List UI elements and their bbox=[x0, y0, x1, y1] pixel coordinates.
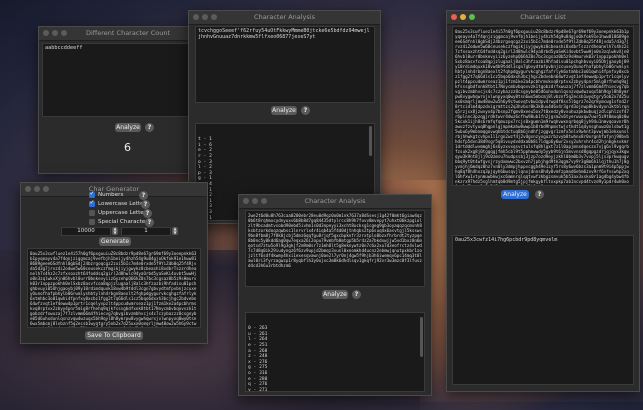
titlebar[interactable]: Character Analysis bbox=[239, 195, 431, 209]
help-icon[interactable]: ? bbox=[143, 209, 152, 218]
analyze-button[interactable]: Analyze bbox=[501, 190, 529, 199]
help-icon[interactable]: ? bbox=[145, 218, 154, 227]
char-generator-window: Char Generator Numbers ? Lowercase Lette… bbox=[20, 182, 208, 344]
count-rows: 0 - 263 u - 261 l - 264 e - 251 a - 268 z - 2… bbox=[248, 326, 422, 392]
char-list-window: Character List 0au25x3cwfluez1e4i57h0gf6… bbox=[446, 10, 640, 392]
titlebar[interactable]: Character List bbox=[447, 11, 639, 25]
count-field[interactable]: 1 bbox=[121, 227, 171, 236]
window-title: Character Analysis bbox=[254, 13, 315, 21]
text-input[interactable]: 2we2t6d0u8h763caa0200ebr28eu0d9qz0o0m1nk… bbox=[245, 210, 425, 287]
checkbox-label: Special Characters bbox=[98, 219, 151, 225]
help-icon[interactable]: ? bbox=[535, 190, 544, 199]
window-title: Character List bbox=[520, 13, 566, 21]
special-checkbox[interactable]: Special Characters bbox=[89, 219, 150, 225]
checkbox-label: Numbers bbox=[98, 192, 124, 198]
checkbox-box[interactable] bbox=[89, 210, 95, 216]
result-output[interactable]: 0au25x3cwfz14i7hg6pcbdr9pd8yqmvelm bbox=[452, 235, 634, 385]
numbers-checkbox[interactable]: Numbers bbox=[89, 190, 124, 198]
character-list-input[interactable]: 0au25x3cwfluez1e4i57h0gf6pxguuiuZ8c8bdzr… bbox=[452, 26, 634, 186]
char-analysis-window-top: Character Analysis tcvchggoSeeef'f62rfuy… bbox=[188, 10, 381, 224]
length-stepper[interactable]: ▲ ▼ bbox=[112, 227, 118, 235]
text-input[interactable]: tcvchggoSeeef'f62rfuy54uOtFkkwyMmmeB0jtc… bbox=[195, 26, 375, 103]
analyze-button[interactable]: Analyze bbox=[322, 290, 348, 299]
length-field[interactable]: 10000 bbox=[61, 227, 111, 236]
save-to-clipboard-button[interactable]: Save To Clipboard bbox=[85, 331, 143, 340]
checkbox-box[interactable] bbox=[89, 199, 95, 207]
count-row: y - 271 bbox=[248, 387, 268, 392]
help-icon[interactable]: ? bbox=[145, 123, 154, 132]
analyze-button[interactable]: Analyze bbox=[271, 106, 297, 115]
char-analysis-window-bottom: Character Analysis 2we2t6d0u8h763caa0200… bbox=[238, 194, 432, 396]
generate-button[interactable]: Generate bbox=[99, 237, 131, 246]
titlebar[interactable]: Character Analysis bbox=[189, 11, 380, 25]
count-stepper[interactable]: ▲ ▼ bbox=[172, 227, 178, 235]
character-count-list[interactable]: 0 - 263 u - 261 l - 264 e - 251 a - 268 z - 2… bbox=[245, 312, 425, 392]
lowercase-checkbox[interactable]: Lowercase Letters bbox=[89, 199, 149, 207]
window-title: Character Analysis bbox=[304, 197, 366, 205]
help-icon[interactable]: ? bbox=[141, 200, 150, 209]
help-icon[interactable]: ? bbox=[352, 290, 361, 299]
scrollbar[interactable] bbox=[369, 126, 372, 156]
uppercase-checkbox[interactable]: Uppercase Letters bbox=[89, 210, 149, 216]
scrollbar[interactable] bbox=[420, 317, 423, 357]
generated-output[interactable]: 0au25x3cwfluez1e4i57h0gf6pxguuiuZ8c8bdzr… bbox=[27, 248, 201, 328]
help-icon[interactable]: ? bbox=[301, 106, 310, 115]
checkbox-label: Uppercase Letters bbox=[98, 210, 149, 216]
checkbox-box[interactable] bbox=[89, 219, 95, 225]
help-icon[interactable]: ? bbox=[139, 191, 148, 200]
analyze-button[interactable]: Analyze bbox=[115, 123, 141, 132]
distinct-count-result: 6 bbox=[124, 141, 131, 154]
checkbox-box[interactable] bbox=[89, 190, 95, 198]
